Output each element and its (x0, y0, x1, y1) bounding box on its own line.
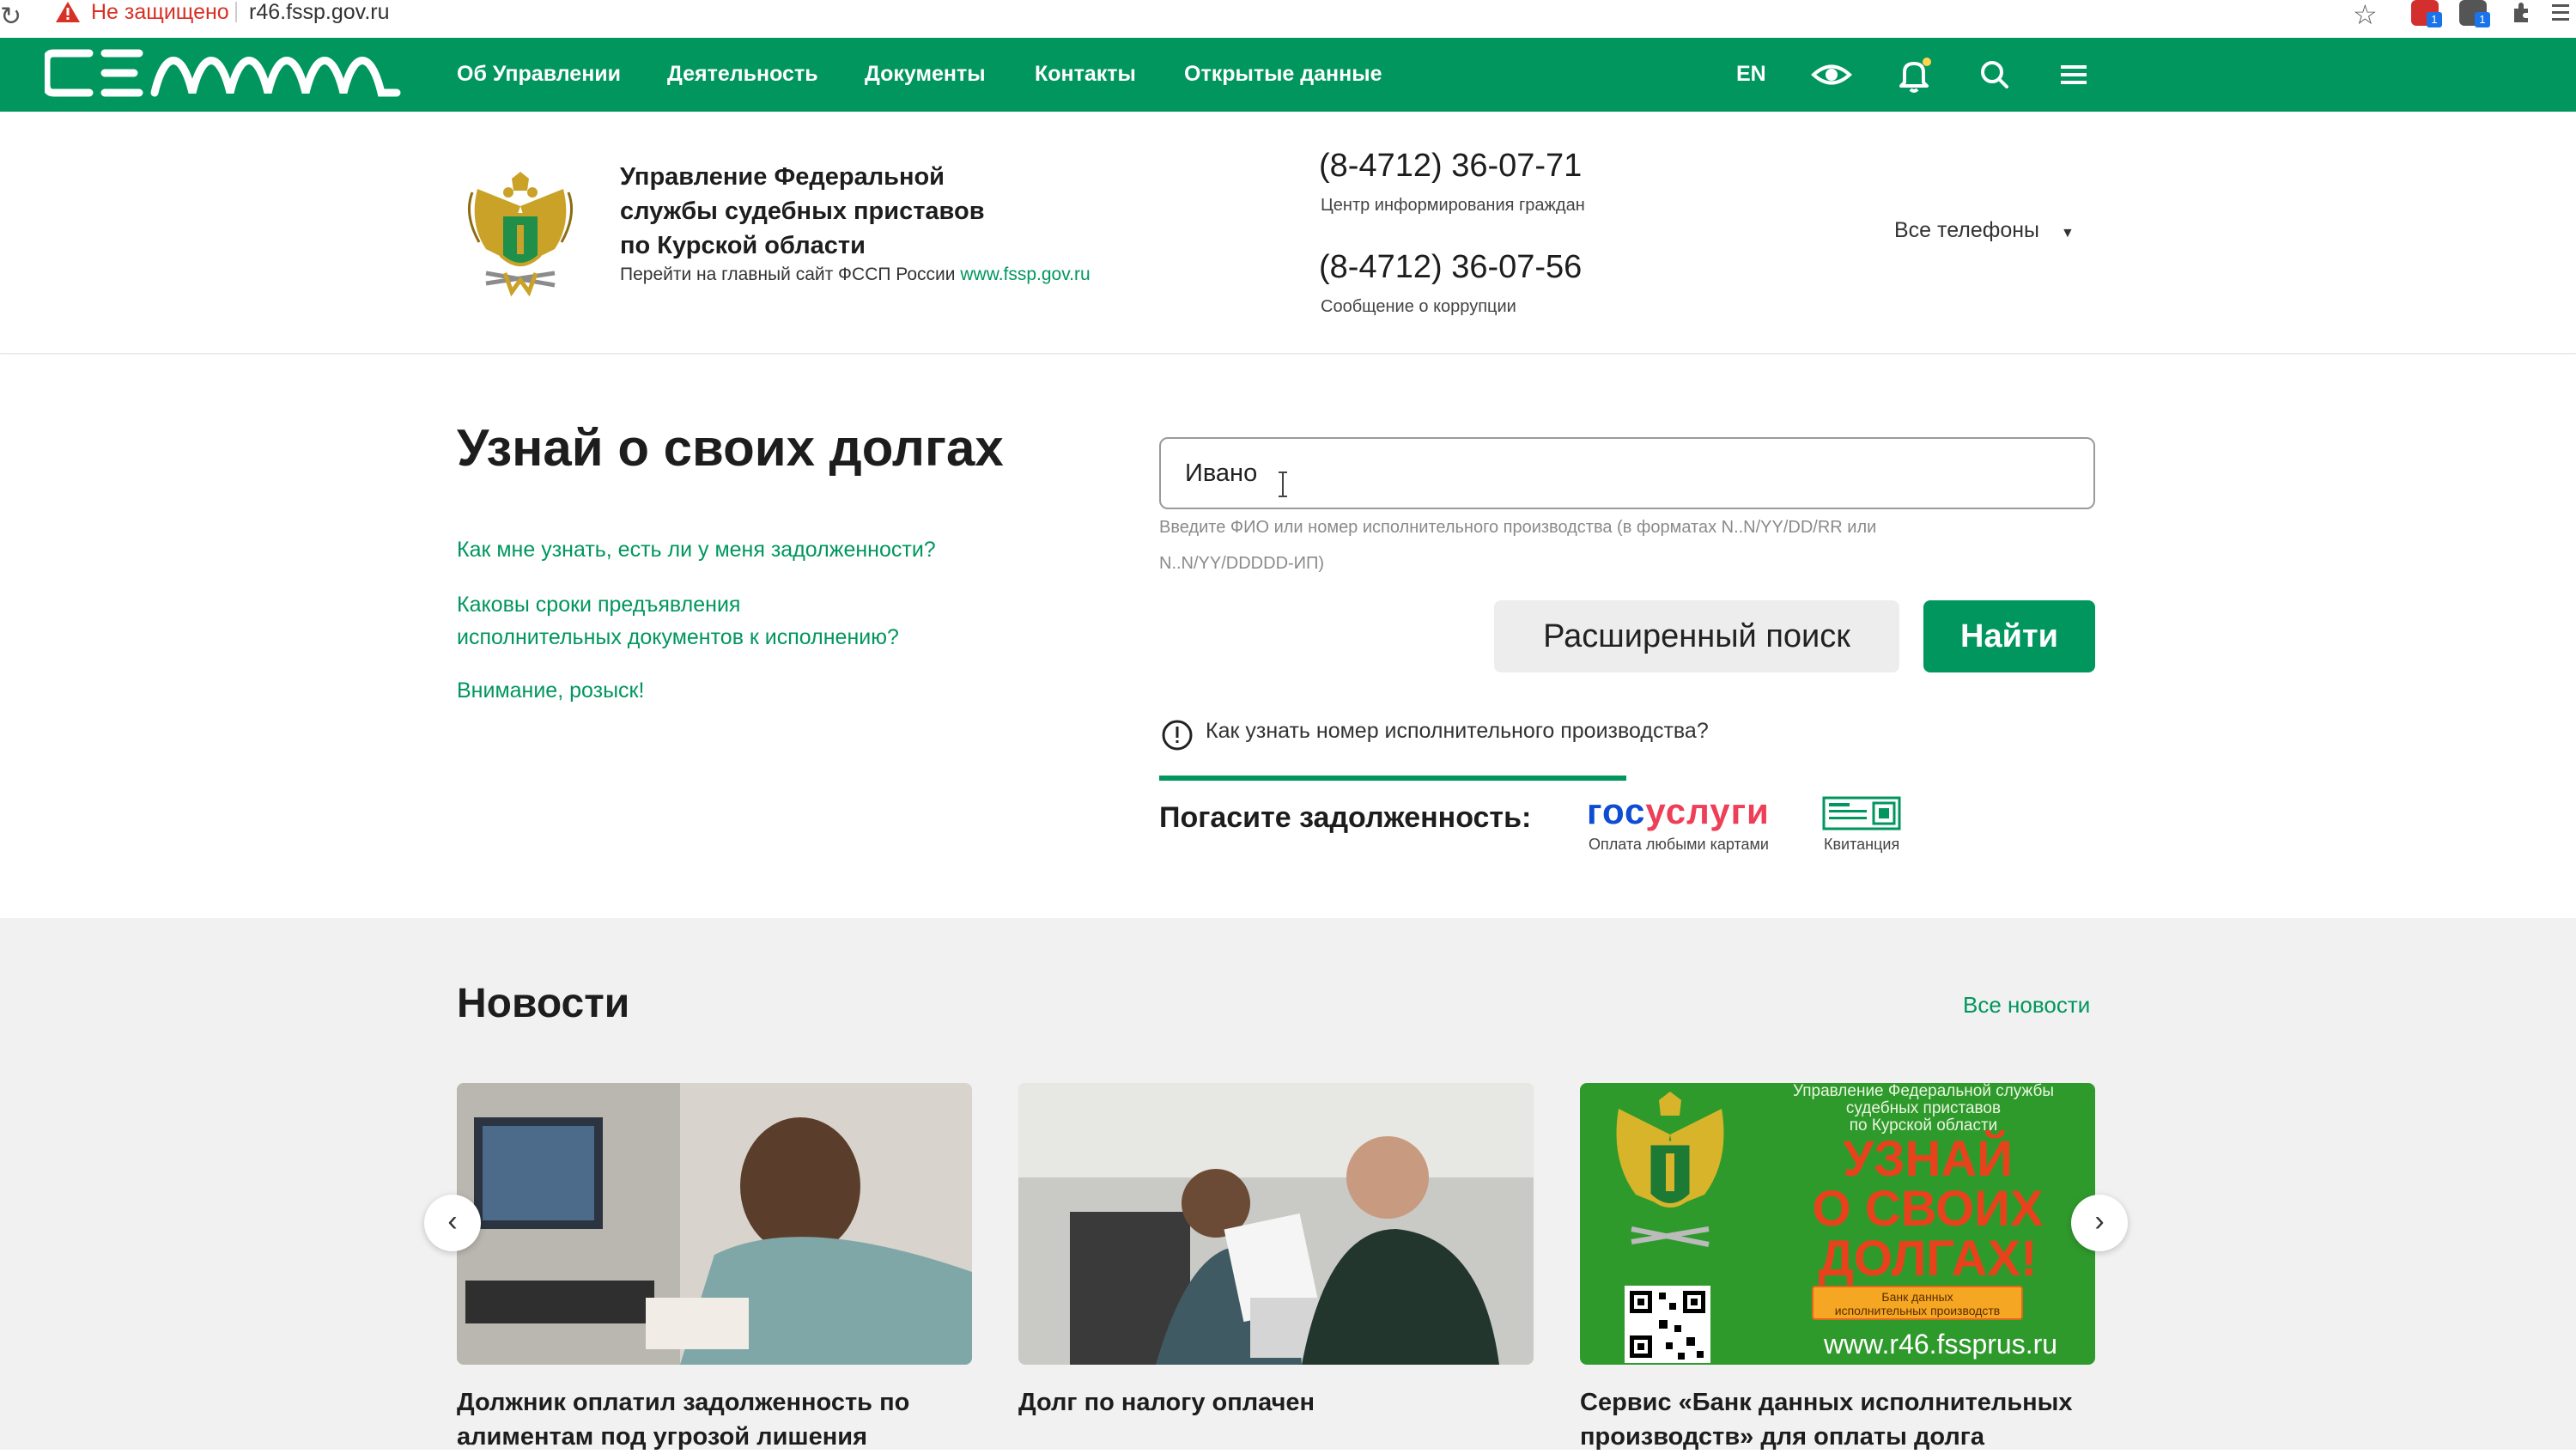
fssp-emblem-icon (467, 172, 574, 297)
section-divider (1159, 776, 1626, 781)
faq-link-line: исполнительных документов к исполнению? (457, 625, 899, 649)
promo-org: Управление Федеральной службы судебных п… (1752, 1083, 2095, 1135)
news-caption-1[interactable]: Должник оплатил задолженность по алимент… (457, 1385, 972, 1454)
promo-headline-line: УЗНАЙ (1843, 1131, 2013, 1187)
news-photo-vehicle (1018, 1083, 1534, 1365)
promo-org-line: Управление Федеральной службы (1793, 1083, 2054, 1100)
promo-headline: УЗНАЙ О СВОИХ ДОЛГАХ! (1769, 1135, 2087, 1284)
search-hint-line: N..N/YY/DDDDD-ИП) (1159, 554, 1325, 573)
case-number-help-link[interactable]: Как узнать номер исполнительного произво… (1206, 719, 1709, 744)
news-card-1[interactable]: Должник оплатил задолженность по алимент… (457, 1083, 972, 1451)
main-site-note: Перейти на главный сайт ФССП России www.… (620, 265, 1091, 285)
debt-search-section: Узнай о своих долгах Как мне узнать, ест… (0, 355, 2576, 918)
main-site-link[interactable]: www.fssp.gov.ru (960, 265, 1090, 284)
promo-badge: Банк данных исполнительных производств (1812, 1286, 2023, 1320)
debt-search-input[interactable] (1159, 437, 2095, 509)
nav-open-data[interactable]: Открытые данные (1184, 62, 1382, 87)
carousel-prev-button[interactable]: ‹ (424, 1195, 481, 1251)
news-section: Новости Все новости Должник оплатил задо… (0, 918, 2576, 1451)
address-separator (235, 2, 237, 22)
org-name-line: Управление Федеральной (620, 163, 945, 191)
organization-name: Управление Федеральной службы судебных п… (620, 160, 1066, 263)
main-navbar: Об Управлении Деятельность Документы Кон… (0, 38, 2576, 112)
promo-org-line: судебных приставов (1845, 1099, 2002, 1117)
promo-emblem-icon (1616, 1092, 1724, 1247)
puzzle-icon[interactable] (2509, 0, 2533, 24)
hamburger-menu-icon[interactable] (2052, 53, 2095, 96)
faq-link-deadlines[interactable]: Каковы сроки предъявления исполнительных… (457, 588, 899, 654)
find-button[interactable]: Найти (1923, 600, 2095, 672)
extension-badge-1: 1 (2427, 12, 2442, 27)
reload-icon[interactable]: ↻ (0, 2, 21, 32)
site-header: Управление Федеральной службы судебных п… (0, 112, 2576, 354)
news-image-3[interactable]: Управление Федеральной службы судебных п… (1580, 1083, 2095, 1365)
main-site-prefix: Перейти на главный сайт ФССП России (620, 265, 956, 284)
org-name-line: по Курской области (620, 232, 866, 259)
info-circle-icon (1162, 720, 1193, 751)
news-caption-line: алиментам под угрозой лишения (457, 1423, 867, 1451)
search-hint-line: Введите ФИО или номер исполнительного пр… (1159, 518, 1877, 537)
gosuslugi-part1: гос (1587, 791, 1646, 831)
news-photo-office (457, 1083, 972, 1365)
phone-corruption[interactable]: (8-4712) 36-07-56 (1319, 249, 1582, 286)
nav-contacts[interactable]: Контакты (1035, 62, 1136, 87)
news-card-3[interactable]: Управление Федеральной службы судебных п… (1580, 1083, 2095, 1451)
promo-badge-line: исполнительных производств (1834, 1304, 2001, 1317)
extension-badge-2: 1 (2475, 12, 2490, 27)
all-phones-dropdown[interactable]: Все телефоны ▼ (1894, 218, 2075, 243)
faq-link-line: Каковы сроки предъявления (457, 593, 741, 617)
caret-down-icon: ▼ (2060, 226, 2075, 240)
search-title: Узнай о своих долгах (457, 419, 1004, 477)
language-switch[interactable]: EN (1736, 62, 1766, 87)
url-text[interactable]: r46.fssp.gov.ru (249, 0, 390, 24)
search-hint: Введите ФИО или номер исполнительного пр… (1159, 509, 2018, 581)
news-caption-line: Должник оплатил задолженность по (457, 1389, 910, 1416)
news-caption-line: Долг по налогу оплачен (1018, 1389, 1315, 1416)
phone-info-center-note: Центр информирования граждан (1321, 196, 1585, 215)
nav-documents[interactable]: Документы (865, 62, 986, 87)
search-icon[interactable] (1973, 53, 2016, 96)
bell-icon[interactable] (1893, 53, 1935, 96)
gosuslugi-part2: услуги (1645, 791, 1770, 831)
news-image-1[interactable] (457, 1083, 972, 1365)
promo-url: www.r46.fssprus.ru (1823, 1329, 2058, 1360)
news-title: Новости (457, 981, 630, 1026)
news-caption-line: производств» для оплаты долга (1580, 1423, 1984, 1451)
text-cursor-icon (1279, 471, 1287, 497)
browser-menu-icon[interactable] (2550, 2, 2574, 24)
org-name-line: службы судебных приставов (620, 198, 985, 225)
news-image-2[interactable] (1018, 1083, 1534, 1365)
news-card-2[interactable]: Долг по налогу оплачен (1018, 1083, 1534, 1416)
browser-address-bar: ↻ Не защищено r46.fssp.gov.ru ☆ 1 1 (0, 0, 2576, 38)
news-caption-2[interactable]: Долг по налогу оплачен (1018, 1385, 1534, 1420)
all-phones-label: Все телефоны (1894, 218, 2040, 242)
promo-headline-line: ДОЛГАХ! (1818, 1231, 2038, 1287)
pay-debt-label: Погасите задолженность: (1159, 801, 1532, 834)
site-logo[interactable] (45, 41, 405, 105)
gosuslugi-logo[interactable]: госуслуги (1587, 791, 1770, 832)
faq-link-debts[interactable]: Как мне узнать, есть ли у меня задолженн… (457, 533, 936, 566)
news-caption-3[interactable]: Сервис «Банк данных исполнительных произ… (1580, 1385, 2095, 1454)
eye-icon[interactable] (1810, 53, 1853, 96)
nav-about[interactable]: Об Управлении (457, 62, 621, 87)
phone-info-center[interactable]: (8-4712) 36-07-71 (1319, 148, 1582, 185)
qr-code-icon (1625, 1286, 1710, 1363)
gosuslugi-caption: Оплата любыми картами (1589, 836, 1769, 853)
nav-activity[interactable]: Деятельность (667, 62, 818, 87)
bookmark-star-icon[interactable]: ☆ (2353, 0, 2378, 31)
news-caption-line: Сервис «Банк данных исполнительных (1580, 1389, 2073, 1416)
insecure-label[interactable]: Не защищено (91, 0, 229, 24)
all-news-link[interactable]: Все новости (1963, 992, 2090, 1019)
promo-headline-line: О СВОИХ (1812, 1181, 2044, 1237)
advanced-search-button[interactable]: Расширенный поиск (1494, 600, 1899, 672)
receipt-label: Квитанция (1824, 836, 1900, 853)
phone-corruption-note: Сообщение о коррупции (1321, 297, 1516, 316)
carousel-next-button[interactable]: › (2071, 1195, 2128, 1251)
promo-badge-line: Банк данных (1881, 1290, 1953, 1304)
faq-link-wanted[interactable]: Внимание, розыск! (457, 674, 644, 707)
warning-icon (56, 2, 80, 22)
receipt-icon[interactable] (1822, 796, 1901, 830)
